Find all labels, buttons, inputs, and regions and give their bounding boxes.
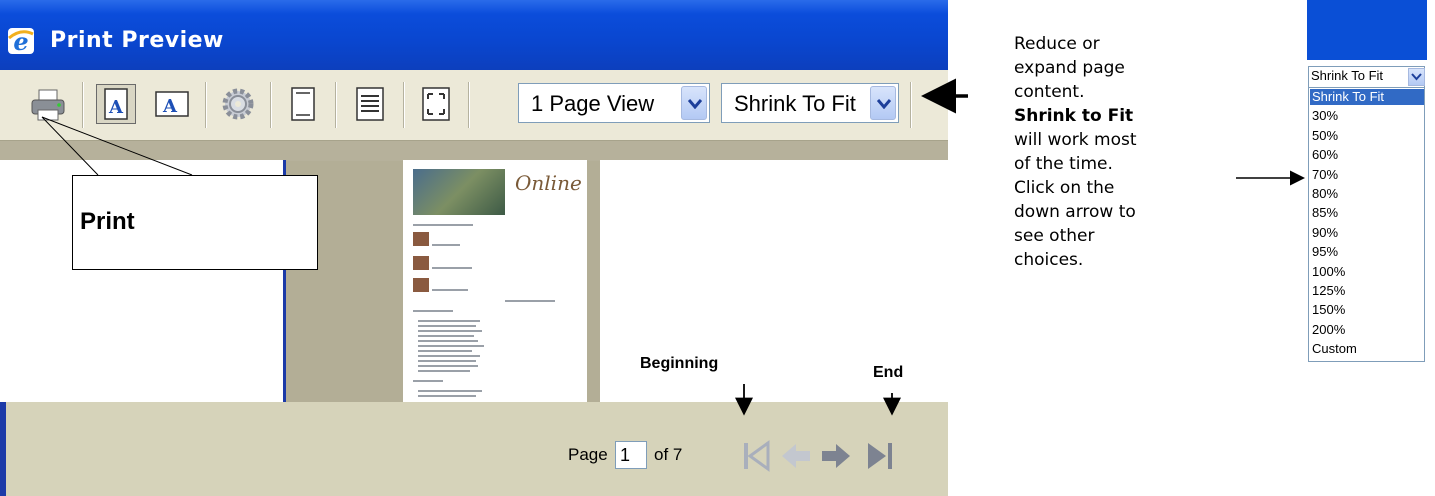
dropdown-option[interactable]: 85% <box>1310 205 1424 221</box>
shrink-dropdown-value: Shrink To Fit <box>1311 68 1384 83</box>
dropdown-option[interactable]: 95% <box>1310 244 1424 260</box>
print-pointer <box>41 116 193 176</box>
dropdown-option[interactable]: 100% <box>1310 264 1424 280</box>
dropdown-titlebar-crop <box>1307 0 1427 60</box>
beginning-label: Beginning <box>640 355 719 372</box>
dropdown-option[interactable]: 60% <box>1310 147 1424 163</box>
chevron-down-icon[interactable] <box>1408 68 1425 86</box>
dropdown-option[interactable]: 30% <box>1310 108 1424 124</box>
dropdown-option[interactable]: 125% <box>1310 283 1424 299</box>
callout-arrows <box>41 78 1305 416</box>
note-text-2: will work most of the time. Click on the… <box>1014 130 1137 270</box>
dropdown-option[interactable]: Custom <box>1310 341 1424 357</box>
dropdown-option[interactable]: 90% <box>1310 225 1424 241</box>
dropdown-option[interactable]: 80% <box>1310 186 1424 202</box>
dropdown-option[interactable]: Shrink To Fit <box>1310 89 1424 105</box>
dropdown-option[interactable]: 200% <box>1310 322 1424 338</box>
note-bold: Shrink to Fit <box>1014 106 1134 126</box>
note-text-1: Reduce or expand page content. <box>1014 34 1125 102</box>
shrink-note: Reduce or expand page content. Shrink to… <box>1014 32 1144 272</box>
dropdown-option[interactable]: 150% <box>1310 302 1424 318</box>
dropdown-option[interactable]: 70% <box>1310 167 1424 183</box>
dropdown-option[interactable]: 50% <box>1310 128 1424 144</box>
end-label: End <box>873 364 904 381</box>
